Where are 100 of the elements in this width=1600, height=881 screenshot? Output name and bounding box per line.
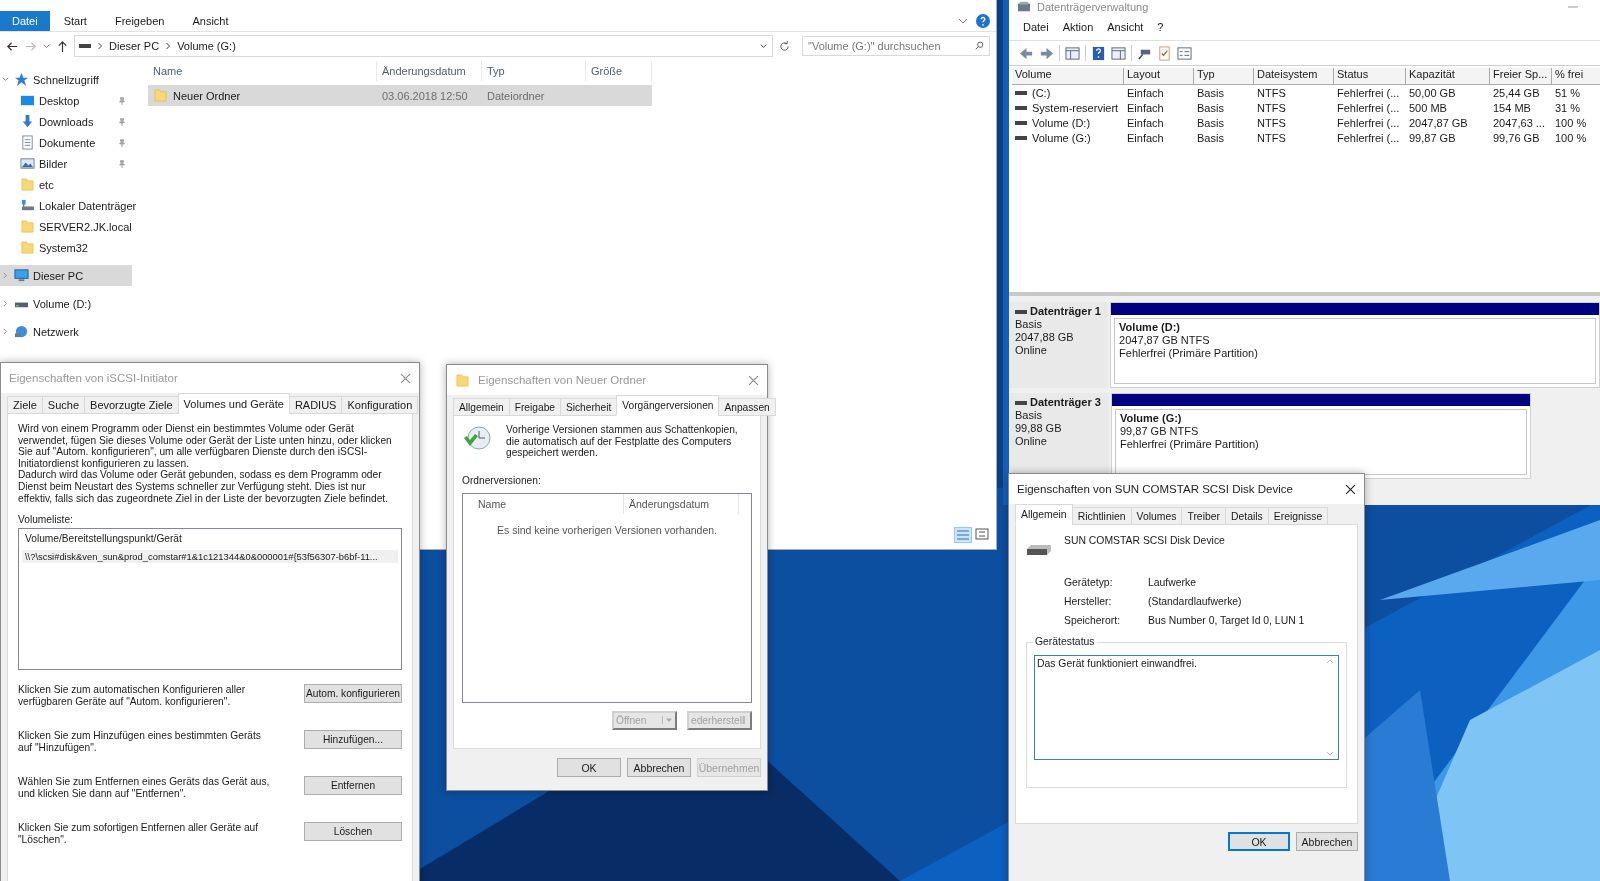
column-header[interactable]: Layout bbox=[1124, 68, 1194, 84]
nav-item[interactable]: etc bbox=[0, 174, 132, 195]
breadcrumb[interactable]: Dieser PC bbox=[109, 40, 160, 52]
nav-item[interactable]: Desktop bbox=[0, 90, 132, 111]
file-row[interactable]: Neuer Ordner 03.06.2018 12:50 Dateiordner bbox=[148, 85, 652, 106]
tab[interactable]: Richtlinien bbox=[1071, 507, 1132, 525]
nav-item[interactable]: Dokumente bbox=[0, 132, 132, 153]
nav-item[interactable]: Volume (D:) bbox=[0, 293, 132, 314]
property-label: Gerätetyp: bbox=[1064, 577, 1114, 588]
menu-item[interactable]: ? bbox=[1157, 21, 1164, 33]
dialog-button[interactable]: Abbrechen bbox=[627, 758, 691, 777]
refresh-icon[interactable] bbox=[778, 39, 791, 53]
column-header[interactable]: Änderungsdatum bbox=[377, 61, 482, 81]
tiles-view-icon[interactable] bbox=[974, 527, 990, 541]
column-header[interactable]: Typ bbox=[1194, 68, 1254, 84]
instruction-text: Klicken Sie zum Hinzufügen eines bestimmten Geräts auf "Hinzufügen". bbox=[18, 730, 262, 754]
console-icon[interactable] bbox=[1065, 45, 1080, 61]
tab[interactable]: Konfiguration bbox=[341, 396, 419, 414]
versions-list[interactable]: Name Änderungsdatum Es sind keine vorherigen Versionen vorhanden. bbox=[462, 492, 752, 703]
device-name: SUN COMSTAR SCSI Disk Device bbox=[1064, 535, 1225, 546]
desktop-icon bbox=[20, 93, 35, 108]
tab[interactable]: Ziele bbox=[7, 396, 43, 414]
nav-item[interactable]: SERVER2.JK.local bbox=[0, 216, 132, 237]
status-field[interactable]: Das Gerät funktioniert einwandfrei. bbox=[1034, 655, 1339, 760]
column-header[interactable]: Freier Sp... bbox=[1490, 68, 1552, 84]
tab[interactable]: RADIUS bbox=[288, 396, 343, 414]
nav-item[interactable]: System32 bbox=[0, 237, 132, 258]
dialog-button[interactable]: OK bbox=[1228, 832, 1290, 851]
tab[interactable]: Ereignisse bbox=[1267, 507, 1329, 525]
column-header[interactable]: Kapazität bbox=[1406, 68, 1490, 84]
scroll-up-icon[interactable] bbox=[1326, 658, 1334, 664]
collapsed-icon[interactable] bbox=[1, 300, 9, 307]
up-icon[interactable] bbox=[56, 39, 69, 53]
window-title: Datenträgerverwaltung bbox=[1037, 1, 1149, 13]
close-icon[interactable] bbox=[1345, 483, 1356, 495]
action-button[interactable]: Entfernen bbox=[304, 776, 402, 796]
action-button[interactable]: Hinzufügen... bbox=[304, 730, 402, 750]
partition-status: Fehlerfrei (Primäre Partition) bbox=[1119, 347, 1259, 360]
ribbon-tab[interactable]: Datei bbox=[0, 11, 50, 31]
nav-item[interactable]: Dieser PC bbox=[0, 265, 132, 286]
column-header[interactable]: Volume bbox=[1012, 68, 1124, 84]
partition-size: 99,87 GB NTFS bbox=[1120, 425, 1200, 438]
tab[interactable]: Volumes und Geräte bbox=[177, 393, 290, 414]
checklist-icon[interactable] bbox=[1157, 45, 1172, 61]
ribbon-tab[interactable]: Start bbox=[49, 11, 101, 31]
ribbon-tab[interactable]: Freigeben bbox=[100, 11, 179, 31]
panel-icon[interactable] bbox=[1111, 45, 1126, 61]
instruction-text: Klicken Sie zum sofortigen Entfernen aller Geräte auf "Löschen". bbox=[18, 822, 260, 846]
menu-item[interactable]: Ansicht bbox=[1107, 21, 1144, 33]
disk-info-panel[interactable]: Datenträger 1 Basis 2047,88 GB Online bbox=[1009, 302, 1109, 388]
group-label: Gerätestatus bbox=[1033, 636, 1097, 647]
help-icon[interactable] bbox=[1091, 45, 1106, 61]
tab[interactable]: Freigabe bbox=[508, 398, 561, 416]
volume-list[interactable]: Volume/Bereitstellungspunkt/Gerät \\?\scsi#disk&ven_sun&prod_comstar#1&1c121344&0&000001#{53f56307-b6bf-11... bbox=[18, 528, 402, 671]
partition-block[interactable]: Volume (G:) 99,87 GB NTFS Fehlerfrei (Primäre Partition) bbox=[1111, 393, 1531, 479]
ribbon-tab[interactable]: Ansicht bbox=[178, 11, 243, 31]
collapsed-icon[interactable] bbox=[1, 272, 9, 279]
column-header[interactable]: Dateisystem bbox=[1254, 68, 1334, 84]
nav-item[interactable]: Bilder bbox=[0, 153, 132, 174]
nav-item[interactable]: Schnellzugriff bbox=[0, 69, 132, 90]
action-button[interactable]: Autom. konfigurieren bbox=[304, 684, 402, 704]
column-header[interactable]: Status bbox=[1334, 68, 1406, 84]
address-bar[interactable]: Dieser PC Volume (G:) bbox=[74, 35, 773, 57]
tab[interactable]: Bevorzugte Ziele bbox=[84, 396, 179, 414]
table-cell-text: Fehlerfrei (... bbox=[1336, 86, 1401, 99]
column-header[interactable]: Name bbox=[463, 493, 624, 514]
tab[interactable]: Allgemein bbox=[453, 398, 510, 416]
partition-block[interactable]: Volume (D:) 2047,87 GB NTFS Fehlerfrei (Primäre Partition) bbox=[1110, 302, 1600, 388]
dropdown-icon[interactable] bbox=[759, 41, 768, 51]
folder-icon bbox=[20, 219, 35, 234]
expanded-icon[interactable] bbox=[1, 76, 9, 83]
scroll-down-icon[interactable] bbox=[1326, 751, 1334, 757]
tab[interactable]: Allgemein bbox=[1015, 504, 1073, 525]
column-header[interactable]: % frei bbox=[1552, 68, 1600, 84]
help-icon[interactable] bbox=[976, 14, 990, 28]
properties-icon[interactable] bbox=[1177, 45, 1192, 61]
breadcrumb[interactable]: Volume (G:) bbox=[177, 40, 236, 52]
column-header[interactable]: Name bbox=[148, 61, 377, 81]
info-text: Vorherige Versionen stammen aus Schattenkopien, die automatisch auf der Festplatte des Computers gespeichert werden. bbox=[506, 424, 739, 459]
dialog-button[interactable]: OK bbox=[557, 758, 621, 777]
action-button[interactable]: Löschen bbox=[304, 822, 402, 842]
column-header[interactable]: Änderungsdatum bbox=[624, 493, 739, 514]
search-field[interactable]: "Volume (G:)" durchsuchen bbox=[802, 36, 990, 56]
dialog-button[interactable]: Abbrechen bbox=[1296, 832, 1358, 851]
list-item[interactable]: \\?\scsi#disk&ven_sun&prod_comstar#1&1c121344&0&000001#{53f56307-b6bf-11... bbox=[22, 550, 398, 564]
tab[interactable]: Vorgängerversionen bbox=[616, 395, 720, 416]
partition-name: Volume (G:) bbox=[1120, 412, 1183, 425]
menu-item[interactable]: Aktion bbox=[1062, 21, 1094, 33]
collapsed-icon[interactable] bbox=[1, 328, 9, 335]
tab[interactable]: Anpassen bbox=[718, 398, 776, 416]
details-view-icon[interactable] bbox=[954, 527, 972, 543]
table-cell-text: Einfach bbox=[1126, 86, 1165, 99]
column-header[interactable]: Größe bbox=[586, 61, 652, 81]
chevron-icon[interactable] bbox=[958, 16, 968, 26]
nav-item[interactable]: Downloads bbox=[0, 111, 132, 132]
menu-item[interactable]: Datei bbox=[1023, 21, 1049, 33]
column-header[interactable]: Typ bbox=[482, 61, 586, 81]
property-value: Laufwerke bbox=[1148, 577, 1197, 588]
nav-item[interactable]: Netzwerk bbox=[0, 321, 132, 342]
dropdown-icon[interactable] bbox=[42, 41, 51, 51]
